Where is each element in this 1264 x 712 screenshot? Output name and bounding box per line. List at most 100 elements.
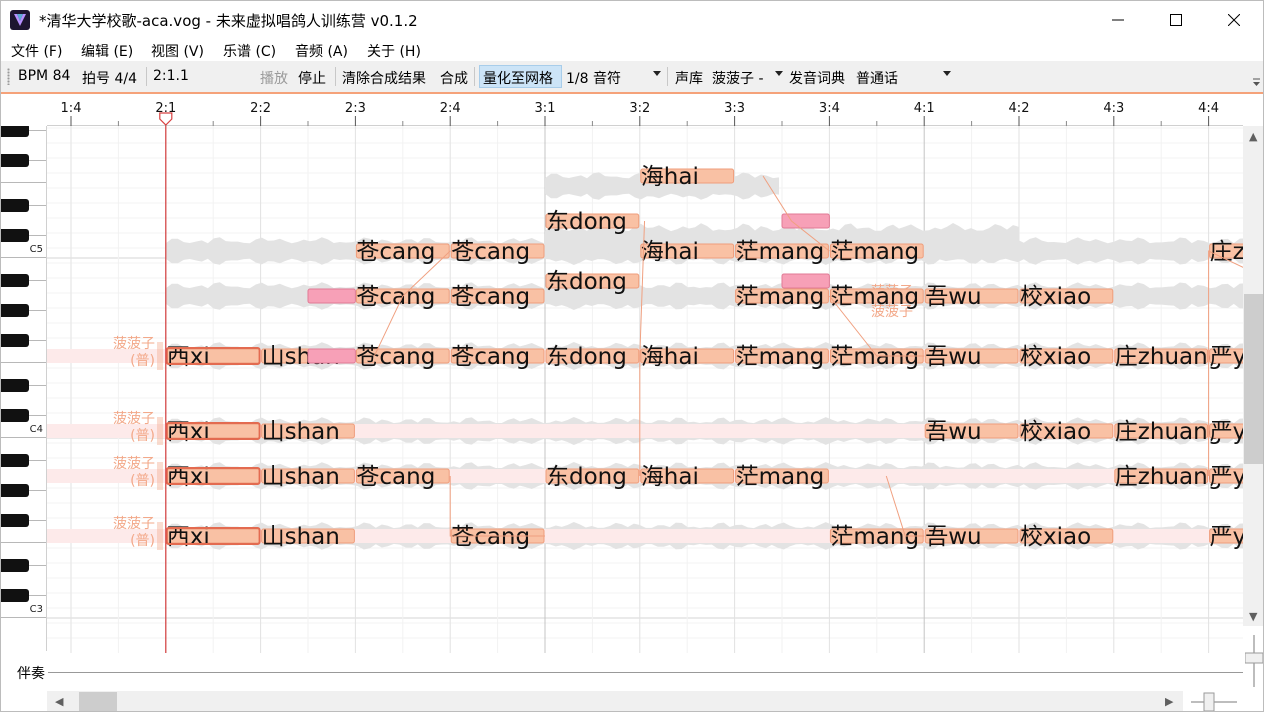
piano-black-key[interactable]	[1, 484, 29, 497]
notes-layer: 海hai东dong苍cang苍cang海hai茫mang茫mang庄zhuang…	[165, 164, 1243, 550]
menu-view[interactable]: 视图 (V)	[151, 41, 204, 61]
note-lyric: 庄zhuang	[1115, 464, 1223, 490]
piano-black-key[interactable]	[1, 304, 29, 317]
piano-black-key[interactable]	[1, 126, 29, 137]
menu-score[interactable]: 乐谱 (C)	[223, 41, 276, 61]
note-lyric: 严y	[1210, 524, 1243, 550]
piano-roll-canvas[interactable]: 菠菠子(普)菠菠子(普)菠菠子(普)菠菠子(普)菠菠子菠菠子海hai东dong苍…	[47, 126, 1243, 653]
toolbar-separator	[146, 67, 147, 86]
ruler-label: 2:3	[344, 101, 366, 116]
piano-black-key[interactable]	[1, 274, 29, 287]
note-lyric: 严y	[1210, 344, 1243, 370]
note-lyric: 海hai	[641, 344, 699, 370]
singer-sub-label: (普)	[130, 473, 155, 489]
voicebank-value: 菠菠子 -	[712, 71, 764, 87]
toolbar-separator	[667, 67, 668, 86]
note-lyric: 庄zhuang	[1210, 239, 1243, 265]
ruler-label: 3:2	[629, 101, 651, 116]
transition-note[interactable]	[307, 288, 356, 304]
transition-note[interactable]	[781, 273, 830, 289]
piano-roll[interactable]: 菠菠子(普)菠菠子(普)菠菠子(普)菠菠子(普)菠菠子菠菠子海hai东dong苍…	[47, 126, 1243, 653]
scroll-down-icon[interactable]: ▼	[1249, 610, 1257, 623]
menu-file[interactable]: 文件 (F)	[11, 41, 62, 61]
menu-about[interactable]: 关于 (H)	[367, 41, 421, 61]
piano-black-key[interactable]	[1, 559, 29, 572]
note-lyric: 苍cang	[356, 344, 435, 370]
time-signature-display[interactable]: 拍号 4/4	[82, 68, 137, 88]
scroll-up-icon[interactable]: ▲	[1249, 130, 1257, 143]
maximize-button[interactable]	[1147, 1, 1205, 39]
ruler-label: 4:1	[913, 101, 935, 116]
note-lyric: 茫mang	[830, 344, 919, 370]
note-lyric: 东dong	[546, 269, 627, 295]
vertical-scroll-thumb[interactable]	[1244, 294, 1263, 464]
singer-label: 菠菠子	[113, 411, 155, 427]
toolbar-grip[interactable]	[7, 68, 10, 85]
note-length-select[interactable]: 1/8 音符	[563, 65, 663, 87]
note-lyric: 山shan	[262, 464, 340, 490]
play-button[interactable]: 播放	[260, 68, 288, 88]
voicebank-select[interactable]: 菠菠子 -	[709, 65, 785, 87]
piano-black-key[interactable]	[1, 589, 29, 602]
dictionary-value: 普通话	[856, 71, 898, 87]
note-lyric: 山shan	[262, 524, 340, 550]
note-lyric: 东dong	[546, 464, 627, 490]
vertical-zoom-slider[interactable]	[1245, 631, 1263, 691]
note-lyric: 校xiao	[1020, 344, 1091, 370]
note-lyric: 茫mang	[830, 524, 919, 550]
note-lyric: 茫mang	[736, 239, 825, 265]
singer-label: 菠菠子	[113, 516, 155, 532]
ruler-label: 2:2	[250, 101, 272, 116]
ruler-label: 4:3	[1103, 101, 1125, 116]
piano-black-key[interactable]	[1, 454, 29, 467]
note-lyric: 苍cang	[451, 284, 530, 310]
transition-note[interactable]	[307, 348, 356, 364]
bpm-display[interactable]: BPM 84	[18, 68, 70, 84]
chevron-down-icon	[775, 71, 783, 76]
scroll-right-icon[interactable]: ▶	[1165, 695, 1173, 708]
toolbar-separator	[474, 67, 475, 86]
menu-audio[interactable]: 音频 (A)	[295, 41, 348, 61]
piano-black-key[interactable]	[1, 199, 29, 212]
octave-label: C4	[29, 424, 43, 435]
minimize-button[interactable]	[1089, 1, 1147, 39]
dictionary-select[interactable]: 普通话	[853, 65, 953, 87]
piano-black-key[interactable]	[1, 229, 29, 242]
scroll-left-icon[interactable]: ◀	[55, 695, 63, 708]
octave-label: C3	[29, 604, 43, 615]
note-lyric: 庄zhuang	[1115, 419, 1223, 445]
clear-synthesis-button[interactable]: 清除合成结果	[342, 68, 426, 88]
close-button[interactable]	[1205, 1, 1263, 39]
ruler-label: 3:1	[534, 101, 556, 116]
note-lyric: 东dong	[546, 209, 627, 235]
singer-sub-label: (普)	[130, 533, 155, 549]
app-logo-icon	[10, 10, 30, 30]
window-title: *清华大学校歌-aca.vog - 未来虚拟唱鸽人训练营 v0.1.2	[39, 12, 418, 30]
note-lyric: 庄zhuang	[1115, 344, 1223, 370]
note-lyric: 校xiao	[1020, 524, 1091, 550]
horizontal-zoom-slider[interactable]	[1185, 691, 1243, 712]
note-lyric: 苍cang	[356, 284, 435, 310]
piano-black-key[interactable]	[1, 514, 29, 527]
menu-edit[interactable]: 编辑 (E)	[81, 41, 133, 61]
vertical-scrollbar[interactable]: ▲ ▼	[1243, 126, 1263, 626]
note-lyric: 校xiao	[1020, 419, 1091, 445]
synthesize-button[interactable]: 合成	[440, 68, 468, 88]
horizontal-scroll-thumb[interactable]	[79, 692, 117, 711]
piano-keyboard[interactable]: C5 C4 C3	[1, 126, 47, 651]
transition-note[interactable]	[781, 213, 830, 229]
close-icon	[1228, 14, 1240, 26]
piano-black-key[interactable]	[1, 334, 29, 347]
piano-black-key[interactable]	[1, 409, 29, 422]
toolbar-overflow-icon[interactable]	[1253, 78, 1260, 87]
timeline-ruler[interactable]: 1:4 2:1 2:2 2:3 2:4 3:1 3:2 3:3 3:4 4:1 4:2 4:3 4:4	[47, 94, 1243, 126]
dictionary-label: 发音词典	[789, 71, 845, 87]
stop-button[interactable]: 停止	[298, 68, 326, 88]
piano-black-key[interactable]	[1, 379, 29, 392]
piano-black-key[interactable]	[1, 154, 29, 167]
singer-label: 菠菠子	[113, 456, 155, 472]
note-lyric: 茫mang	[830, 239, 919, 265]
accompaniment-track[interactable]: 伴奏	[1, 653, 1243, 689]
app-window: *清华大学校歌-aca.vog - 未来虚拟唱鸽人训练营 v0.1.2 文件 (…	[0, 0, 1264, 712]
horizontal-scrollbar[interactable]: ◀ ▶	[47, 691, 1183, 711]
